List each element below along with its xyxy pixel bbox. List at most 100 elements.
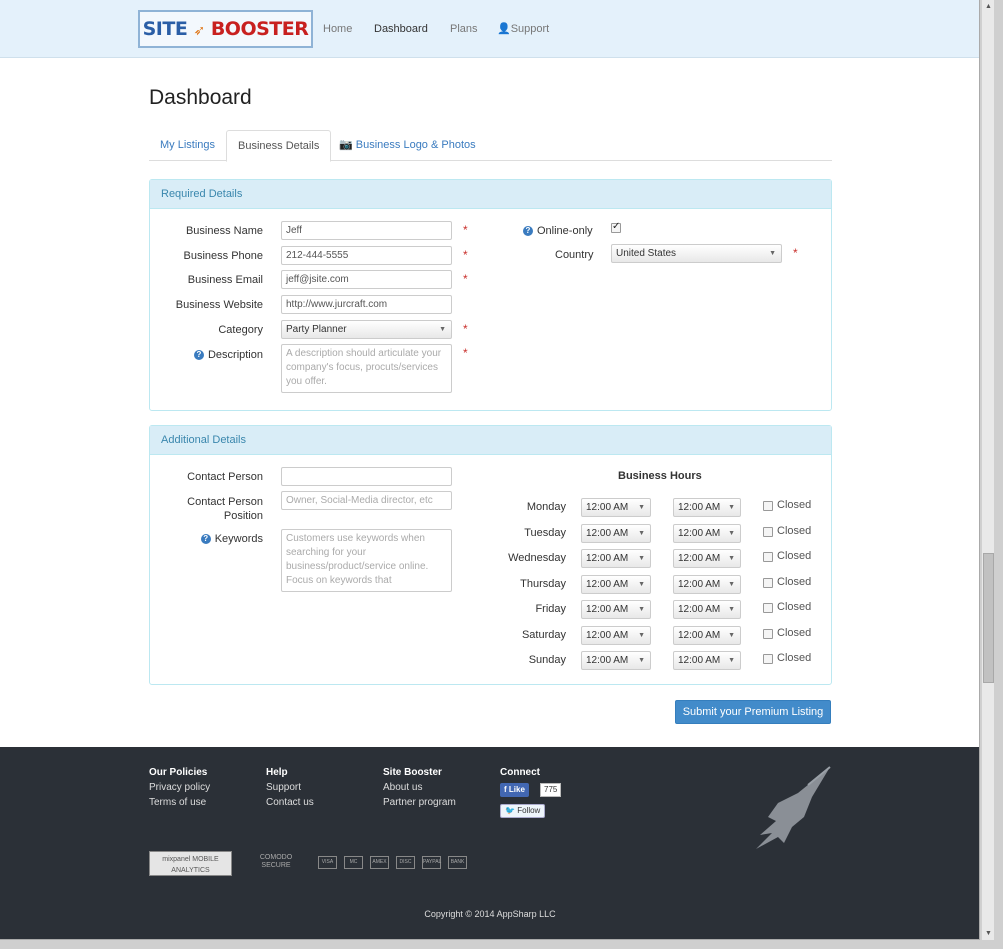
description-textarea[interactable]: A description should articulate your com… [281, 344, 452, 393]
open-time-select[interactable]: 12:00 AM ▼ [581, 549, 651, 568]
footer-link-about[interactable]: About us [383, 782, 422, 793]
contact-person-label: Contact Person [187, 471, 263, 483]
caret-down-icon: ▼ [728, 529, 735, 537]
caret-down-icon: ▼ [439, 326, 446, 333]
close-time-value: 12:00 AM [678, 553, 721, 564]
closed-checkbox[interactable] [763, 603, 773, 613]
required-marker: * [463, 248, 468, 262]
required-marker: * [463, 223, 468, 237]
country-value: United States [616, 248, 677, 259]
mixpanel-badge[interactable]: mixpanel MOBILE ANALYTICS [149, 851, 232, 876]
help-icon[interactable]: ? [523, 226, 533, 236]
twitter-icon: 🐦 [505, 806, 515, 815]
business-phone-label: Business Phone [183, 250, 264, 262]
rocket-icon: ➶ [193, 23, 205, 39]
required-details-panel: Required Details Business Name Jeff * Bu… [149, 179, 832, 411]
caret-down-icon: ▼ [728, 504, 735, 511]
nav-plans[interactable]: Plans [450, 0, 478, 58]
tab-business-details[interactable]: Business Details [226, 130, 332, 162]
online-only-label-text: Online-only [537, 225, 593, 237]
closed-checkbox[interactable] [763, 552, 773, 562]
open-time-select[interactable]: 12:00 AM ▼ [581, 625, 651, 645]
page: SITE ➶ BOOSTER Home Dashboard Plans 👤Sup… [0, 0, 980, 940]
required-marker: * [793, 246, 798, 260]
business-website-input[interactable]: http://www.jurcraft.com [281, 295, 452, 314]
contact-position-input[interactable]: Owner, Social-Media director, etc [281, 491, 452, 510]
twitter-follow-button[interactable]: 🐦 Follow [500, 804, 546, 818]
description-label: ? Description [143, 349, 263, 361]
open-time-value: 12:00 AM [586, 578, 629, 590]
closed-label: Closed [777, 550, 812, 562]
day-label: Monday [526, 501, 566, 513]
online-only-checkbox[interactable] [611, 221, 621, 233]
contact-person-input[interactable] [281, 467, 452, 486]
keywords-label-text: Keywords [214, 533, 263, 545]
online-only-label: ? Online-only [523, 225, 593, 237]
open-time-select[interactable]: 12:00 AM ▼ [581, 600, 651, 619]
facebook-like-label: Like [508, 785, 525, 794]
business-email-label: Business Email [187, 274, 263, 286]
open-time-value: 12:00 AM [586, 553, 629, 564]
close-time-select[interactable]: 12:00 AM ▼ [673, 625, 741, 645]
closed-checkbox[interactable] [763, 526, 773, 537]
business-name-input[interactable]: Jeff [281, 221, 452, 240]
site-logo[interactable]: SITE ➶ BOOSTER [138, 10, 313, 48]
facebook-like-count: 775 [540, 783, 562, 797]
closed-label: Closed [777, 601, 812, 613]
close-time-select[interactable]: 12:00 AM ▼ [673, 523, 741, 543]
keywords-textarea[interactable]: Customers use keywords when searching fo… [281, 529, 452, 592]
closed-checkbox[interactable] [763, 654, 773, 664]
closed-label: Closed [777, 575, 812, 588]
tab-business-logo-photos[interactable]: 📷 Business Logo & Photos [328, 130, 487, 161]
top-navbar: SITE ➶ BOOSTER Home Dashboard Plans 👤Sup… [0, 0, 979, 58]
open-time-select[interactable]: 12:00 AM ▼ [581, 574, 651, 594]
close-time-value: 12:00 AM [678, 604, 721, 615]
scroll-down-arrow-icon[interactable]: ▼ [982, 927, 995, 940]
vertical-scrollbar[interactable]: ▲ ▼ [981, 0, 994, 940]
close-time-value: 12:00 AM [678, 578, 721, 590]
help-icon[interactable]: ? [193, 350, 204, 360]
close-time-select[interactable]: 12:00 AM ▼ [673, 574, 741, 594]
payment-icon: DISC [396, 856, 415, 869]
day-label: Sunday [528, 654, 566, 666]
closed-checkbox[interactable] [763, 628, 773, 639]
business-email-input[interactable]: jeff@jsite.com [281, 270, 452, 289]
business-website-label: Business Website [175, 299, 263, 311]
nav-home[interactable]: Home [323, 0, 352, 58]
submit-premium-listing-button[interactable]: Submit your Premium Listing [675, 700, 831, 724]
open-time-value: 12:00 AM [586, 604, 629, 615]
help-icon[interactable]: ? [200, 534, 211, 544]
open-time-select[interactable]: 12:00 AM ▼ [581, 498, 651, 517]
copyright: Copyright © 2014 AppSharp LLC [424, 909, 556, 919]
required-marker: * [463, 272, 468, 286]
close-time-select[interactable]: 12:00 AM ▼ [673, 600, 741, 619]
footer-help-title: Help [266, 767, 288, 778]
user-icon: 👤 [497, 23, 511, 35]
day-label: Friday [535, 603, 566, 615]
caret-down-icon: ▼ [638, 657, 645, 664]
open-time-select[interactable]: 12:00 AM ▼ [581, 523, 651, 543]
footer-link-contact[interactable]: Contact us [266, 797, 314, 808]
footer-link-privacy[interactable]: Privacy policy [149, 782, 210, 793]
footer-link-partner[interactable]: Partner program [383, 797, 456, 808]
footer-link-terms[interactable]: Terms of use [149, 797, 206, 808]
country-select[interactable]: United States ▼ [611, 244, 782, 263]
footer-link-support[interactable]: Support [266, 782, 301, 793]
close-time-select[interactable]: 12:00 AM ▼ [673, 549, 741, 568]
closed-checkbox[interactable] [763, 577, 773, 588]
close-time-select[interactable]: 12:00 AM ▼ [673, 498, 741, 517]
nav-support[interactable]: 👤Support [497, 0, 549, 58]
facebook-like-button[interactable]: f Like [500, 783, 529, 797]
scroll-up-arrow-icon[interactable]: ▲ [982, 0, 995, 13]
business-phone-input[interactable]: 212-444-5555 [281, 246, 452, 265]
close-time-select[interactable]: 12:00 AM ▼ [673, 651, 741, 670]
tab-logo-label: Business Logo & Photos [355, 139, 476, 151]
closed-checkbox[interactable] [763, 501, 773, 511]
tab-my-listings[interactable]: My Listings [149, 130, 226, 161]
open-time-select[interactable]: 12:00 AM ▼ [581, 651, 651, 670]
payment-icon: VISA [318, 856, 337, 869]
scrollbar-thumb[interactable] [983, 553, 994, 683]
nav-dashboard[interactable]: Dashboard [374, 0, 428, 58]
category-select[interactable]: Party Planner ▼ [281, 320, 452, 339]
comodo-secure-badge: COMODO SECURE [259, 854, 293, 869]
